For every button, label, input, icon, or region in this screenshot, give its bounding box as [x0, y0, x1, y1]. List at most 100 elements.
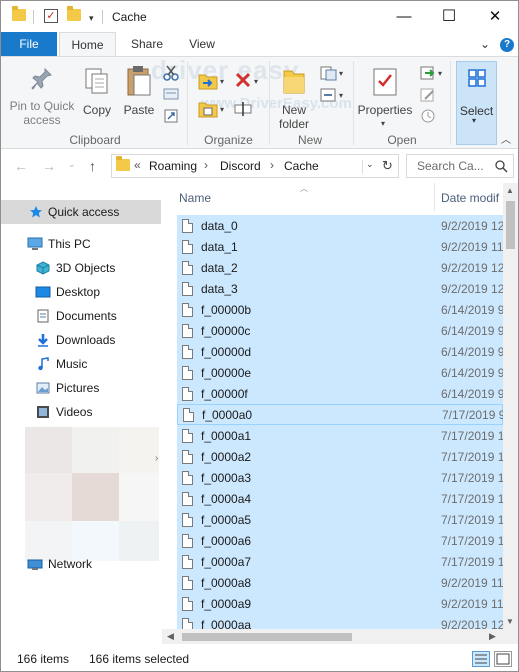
nav-network[interactable]: Network	[1, 552, 161, 576]
crumb-roaming[interactable]: Roaming	[149, 159, 197, 173]
pin-to-quick-access-button[interactable]: Pin to Quick access	[5, 61, 79, 131]
nav-desktop[interactable]: Desktop	[1, 280, 161, 304]
horizontal-scrollbar[interactable]: ◀ ▶	[162, 629, 503, 644]
nav-downloads[interactable]: Downloads	[1, 328, 161, 352]
copy-path-icon[interactable]	[163, 87, 179, 101]
open-dropdown-icon[interactable]: ▾	[438, 69, 442, 78]
edit-icon[interactable]	[419, 87, 437, 103]
file-row[interactable]: f_0000a8 9/2/2019 11	[177, 572, 503, 593]
nav-documents[interactable]: Documents	[1, 304, 161, 328]
up-button[interactable]: ↑	[89, 158, 96, 174]
file-row[interactable]: data_3 9/2/2019 12	[177, 278, 503, 299]
maximize-button[interactable]: ☐	[426, 1, 472, 32]
column-date-modified[interactable]: Date modif	[441, 191, 499, 205]
file-row[interactable]: data_2 9/2/2019 12	[177, 257, 503, 278]
file-row[interactable]: f_00000b 6/14/2019 9	[177, 299, 503, 320]
scroll-right-icon[interactable]: ▶	[489, 631, 496, 642]
horizontal-scroll-thumb[interactable]	[182, 633, 352, 641]
search-box[interactable]: Search Ca...	[406, 154, 514, 178]
nav-videos[interactable]: Videos	[1, 400, 161, 424]
file-icon	[182, 261, 193, 275]
back-button[interactable]: ←	[14, 158, 28, 174]
file-date: 9/2/2019 11	[441, 240, 503, 254]
nav-this-pc[interactable]: This PC	[1, 232, 161, 256]
vertical-scrollbar[interactable]: ▲ ▼	[503, 183, 518, 629]
file-row[interactable]: f_00000f 6/14/2019 9	[177, 383, 503, 404]
file-row[interactable]: f_0000a9 9/2/2019 11	[177, 593, 503, 614]
file-row[interactable]: f_0000a0 7/17/2019 9	[177, 404, 503, 425]
file-row[interactable]: data_1 9/2/2019 11	[177, 236, 503, 257]
tab-file[interactable]: File	[1, 32, 57, 57]
column-name[interactable]: Name	[179, 191, 211, 205]
file-icon	[182, 471, 193, 485]
tab-share[interactable]: Share	[122, 32, 172, 57]
file-row[interactable]: data_0 9/2/2019 12	[177, 215, 503, 236]
properties-quick-icon[interactable]: ✓	[44, 9, 58, 23]
folder-icon	[116, 156, 130, 171]
large-icons-view-button[interactable]	[494, 651, 512, 667]
file-name: data_1	[201, 240, 238, 254]
new-item-icon[interactable]	[319, 65, 337, 81]
vertical-scroll-thumb[interactable]	[506, 201, 515, 249]
nav-3d-objects[interactable]: 3D Objects	[1, 256, 161, 280]
easy-access-icon[interactable]	[319, 87, 337, 103]
nav-music[interactable]: Music	[1, 352, 161, 376]
overflow-crumb[interactable]: «	[134, 158, 141, 172]
column-divider[interactable]	[434, 183, 435, 211]
scroll-up-icon[interactable]: ▲	[506, 186, 514, 195]
expand-ribbon-icon[interactable]: ⌄	[480, 37, 490, 51]
move-to-icon[interactable]	[197, 71, 219, 91]
paste-shortcut-icon[interactable]	[163, 108, 179, 124]
copy-to-icon[interactable]	[197, 99, 219, 119]
tab-view[interactable]: View	[179, 32, 225, 57]
file-date: 7/17/2019 1	[441, 429, 503, 443]
tab-home[interactable]: Home	[59, 32, 116, 57]
nav-quick-access[interactable]: Quick access	[1, 200, 161, 224]
details-view-button[interactable]	[472, 651, 490, 667]
file-row[interactable]: f_0000a3 7/17/2019 1	[177, 467, 503, 488]
collapse-ribbon-icon[interactable]: ︿	[501, 131, 511, 146]
scroll-down-icon[interactable]: ▼	[506, 617, 514, 626]
new-folder-button[interactable]: New folder	[272, 61, 316, 131]
address-dropdown-icon[interactable]: ⌄	[366, 159, 374, 170]
file-row[interactable]: f_0000a1 7/17/2019 1	[177, 425, 503, 446]
history-icon[interactable]	[419, 108, 437, 124]
forward-button[interactable]: →	[42, 158, 56, 174]
new-folder-quick-icon[interactable]	[67, 6, 81, 21]
file-row[interactable]: f_00000e 6/14/2019 9	[177, 362, 503, 383]
delete-dropdown-icon[interactable]: ▾	[254, 77, 258, 86]
move-to-dropdown-icon[interactable]: ▾	[220, 77, 224, 86]
new-item-dropdown-icon[interactable]: ▾	[339, 69, 343, 78]
customize-quick-access-icon[interactable]: ▾	[89, 10, 94, 24]
file-row[interactable]: f_0000a6 7/17/2019 1	[177, 530, 503, 551]
easy-access-dropdown-icon[interactable]: ▾	[339, 91, 343, 100]
minimize-button[interactable]: —	[381, 1, 427, 32]
file-row[interactable]: f_00000d 6/14/2019 9	[177, 341, 503, 362]
rename-icon[interactable]	[234, 101, 252, 117]
help-icon[interactable]: ?	[500, 38, 514, 52]
cube-icon	[36, 261, 50, 275]
scroll-left-icon[interactable]: ◀	[167, 631, 174, 642]
file-row[interactable]: f_00000c 6/14/2019 9	[177, 320, 503, 341]
file-row[interactable]: f_0000a5 7/17/2019 1	[177, 509, 503, 530]
close-button[interactable]: ✕	[472, 1, 518, 32]
cut-icon[interactable]	[163, 65, 179, 81]
crumb-cache[interactable]: Cache	[284, 159, 319, 173]
selection-count: 166 items selected	[89, 652, 190, 666]
file-row[interactable]: f_0000a2 7/17/2019 1	[177, 446, 503, 467]
paste-button[interactable]: Paste	[120, 61, 158, 131]
nav-pictures[interactable]: Pictures	[1, 376, 161, 400]
copy-to-dropdown-icon[interactable]: ▾	[220, 105, 224, 114]
delete-icon[interactable]	[234, 71, 252, 89]
file-row[interactable]: f_0000a7 7/17/2019 1	[177, 551, 503, 572]
nav-3d-objects-label: 3D Objects	[56, 261, 116, 275]
recent-locations-icon[interactable]: ⌄	[68, 159, 76, 170]
address-bar[interactable]: « Roaming › Discord › Cache ⌄ ↻	[111, 154, 399, 178]
copy-button[interactable]: Copy	[79, 61, 115, 131]
crumb-discord[interactable]: Discord	[220, 159, 261, 173]
open-icon[interactable]	[419, 65, 437, 81]
file-row[interactable]: f_0000a4 7/17/2019 1	[177, 488, 503, 509]
properties-button[interactable]: Properties ▾	[357, 61, 413, 131]
refresh-icon[interactable]: ↻	[382, 158, 393, 174]
select-button[interactable]: Select ▾	[456, 61, 497, 145]
